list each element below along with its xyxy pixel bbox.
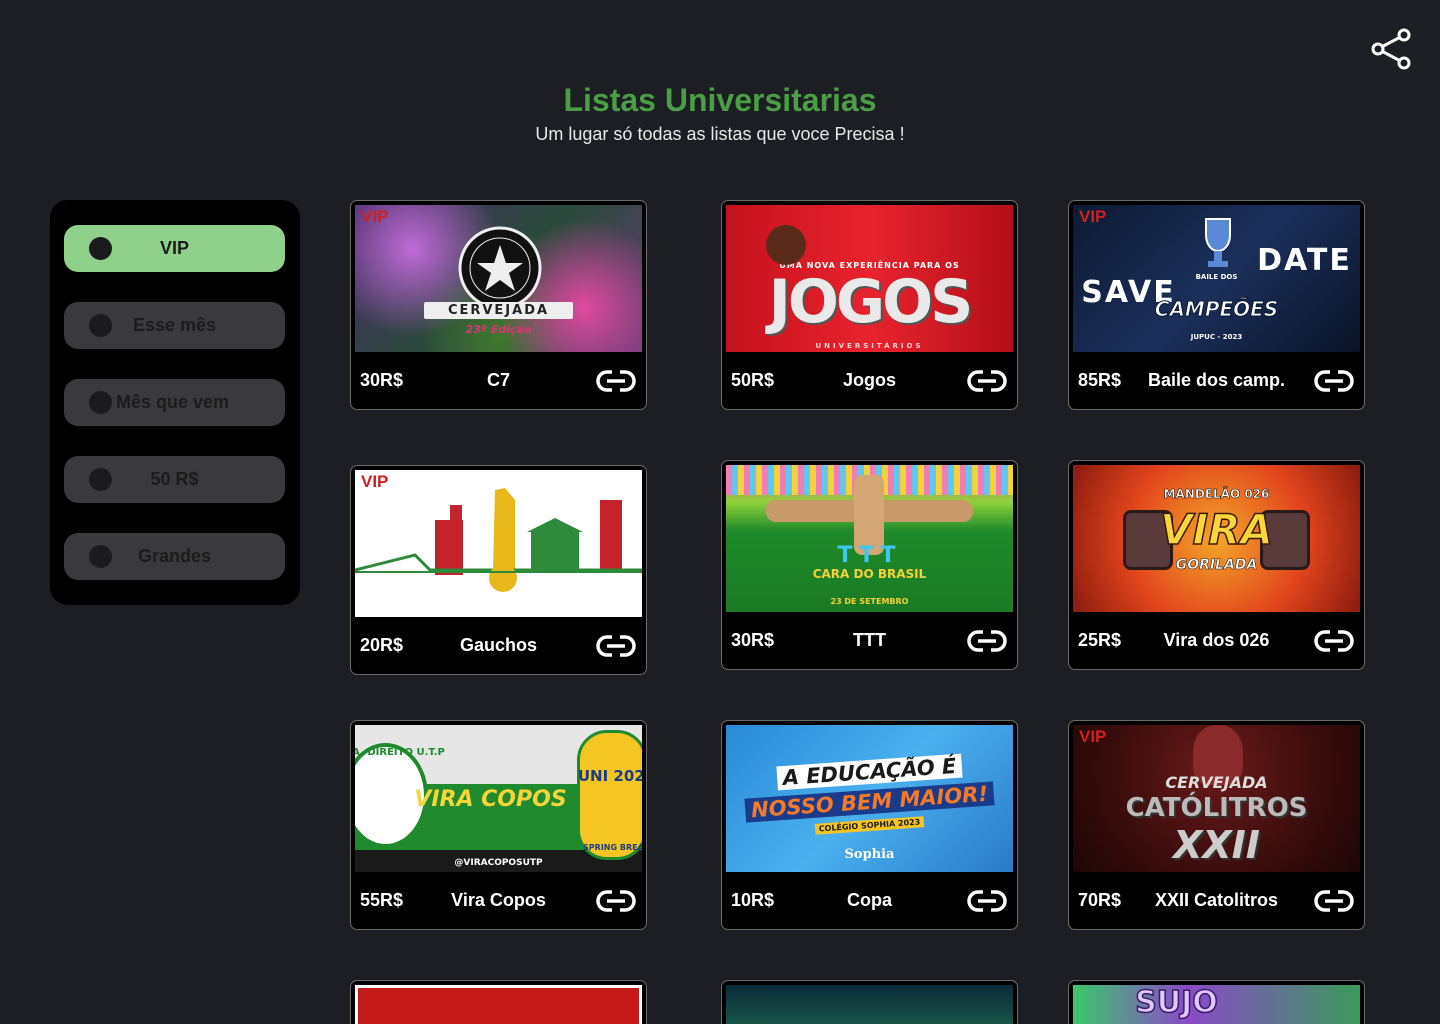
banner-roman: XXII: [1173, 823, 1260, 867]
share-icon[interactable]: [1370, 28, 1412, 70]
filter-sidebar: VIP Esse mês Mês que vem 50 R$ Grandes: [50, 200, 300, 605]
event-card-vira-026[interactable]: MANDELÃO 026 VIRA GORILADA 25R$ Vira dos…: [1068, 460, 1365, 670]
event-card-jogos[interactable]: UMA NOVA EXPERIÊNCIA PARA OS JOGOS UNIVE…: [721, 200, 1018, 410]
card-price: 25R$: [1078, 630, 1122, 650]
link-icon[interactable]: [966, 888, 1008, 914]
link-icon[interactable]: [1313, 368, 1355, 394]
event-card-partial[interactable]: [721, 980, 1018, 1024]
card-price: 70R$: [1078, 890, 1122, 910]
event-card-partial[interactable]: SUJO: [1068, 980, 1365, 1024]
banner-caption: UNIVERSITÁRIOS: [815, 342, 924, 350]
banner-subtitle: JUPUC - 2023: [1190, 333, 1243, 341]
filter-vip[interactable]: VIP: [64, 225, 285, 272]
event-banner: UMA NOVA EXPERIÊNCIA PARA OS JOGOS UNIVE…: [726, 205, 1013, 352]
vip-badge: VIP: [361, 472, 389, 491]
vip-badge: VIP: [361, 207, 389, 226]
filter-mes-que-vem[interactable]: Mês que vem: [64, 379, 285, 426]
link-icon[interactable]: [1313, 628, 1355, 654]
card-price: 50R$: [731, 370, 775, 390]
banner-title: CAMPEÕES: [1154, 297, 1279, 322]
banner-title: CATÓLITROS: [1125, 793, 1308, 823]
banner-subtitle: CARA DO BRASIL: [812, 567, 927, 581]
event-banner: SAVE DATE BAILE DOS CAMPEÕES JUPUC - 202…: [1073, 205, 1360, 352]
event-banner: CERVEJADA CATÓLITROS XXII: [1073, 725, 1360, 872]
event-banner: CERVEJADA 23ª Edição: [355, 205, 642, 352]
banner-caption: 23 DE SETEMBRO: [830, 597, 909, 606]
vip-badge: VIP: [1079, 207, 1107, 226]
trophy-icon: [1205, 218, 1231, 267]
event-banner: A. DIREITO U.T.P VIRA COPOS @VIRACOPOSUT…: [355, 725, 642, 872]
link-icon[interactable]: [966, 368, 1008, 394]
banner-title: SUJO: [1134, 985, 1218, 1021]
banner-title: VIRA: [1159, 504, 1273, 555]
event-banner: MANDELÃO 026 VIRA GORILADA: [1073, 465, 1360, 612]
event-card-vira-copos[interactable]: A. DIREITO U.T.P VIRA COPOS @VIRACOPOSUT…: [350, 720, 647, 930]
event-banner: [726, 985, 1013, 1024]
link-icon[interactable]: [595, 368, 637, 394]
link-icon[interactable]: [595, 633, 637, 659]
event-banner: A EDUCAÇÃO É NOSSO BEM MAIOR! COLÉGIO SO…: [726, 725, 1013, 872]
banner-title: VIRA COPOS: [414, 787, 567, 812]
link-icon[interactable]: [1313, 888, 1355, 914]
banner-subtitle: MANDELÃO 026: [1163, 487, 1270, 502]
card-price: 55R$: [360, 890, 404, 910]
card-price: 85R$: [1078, 370, 1122, 390]
event-card-catolitros[interactable]: CERVEJADA CATÓLITROS XXII VIP 70R$ XXII …: [1068, 720, 1365, 930]
vip-badge: VIP: [1079, 727, 1107, 746]
banner-caption: BAILE DOS: [1195, 273, 1238, 281]
banner-subtitle: 23ª Edição: [465, 323, 532, 336]
filter-label: Grandes: [137, 546, 212, 566]
filter-label: Esse mês: [132, 315, 217, 335]
filter-label: Mês que vem: [116, 392, 230, 412]
banner-uni: UNI 2023: [577, 767, 642, 785]
page-title: Listas Universitarias: [563, 82, 877, 118]
card-price: 30R$: [731, 630, 775, 650]
banner-title: JOGOS: [768, 267, 974, 337]
filter-label: VIP: [159, 238, 189, 258]
event-card-gauchos[interactable]: VIP 20R$ Gauchos: [350, 465, 647, 675]
banner-spring: SPRING BREAK: [583, 843, 642, 852]
skyline-illustration: [355, 488, 642, 592]
banner-subtitle: CERVEJADA: [1165, 773, 1268, 792]
event-banner: TTT CARA DO BRASIL 23 DE SETEMBRO: [726, 465, 1013, 612]
filter-grandes[interactable]: Grandes: [64, 533, 285, 580]
filter-label: 50 R$: [150, 469, 199, 489]
link-icon[interactable]: [966, 628, 1008, 654]
card-price: 20R$: [360, 635, 404, 655]
event-card-c7[interactable]: CERVEJADA 23ª Edição VIP 30R$ C7: [350, 200, 647, 410]
event-banner: [355, 985, 642, 1024]
banner-title: CERVEJADA: [423, 302, 574, 319]
event-card-partial[interactable]: [350, 980, 647, 1024]
page-subtitle: Um lugar só todas as listas que voce Pre…: [535, 124, 905, 144]
event-card-baile[interactable]: SAVE DATE BAILE DOS CAMPEÕES JUPUC - 202…: [1068, 200, 1365, 410]
banner-caption: GORILADA: [1175, 557, 1258, 574]
page-header: Listas Universitarias Um lugar só todas …: [0, 80, 1440, 145]
banner-logo: Sophia: [844, 847, 895, 862]
banner-subtitle: COLÉGIO SOPHIA 2023: [814, 816, 925, 835]
filter-50-reais[interactable]: 50 R$: [64, 456, 285, 503]
filter-esse-mes[interactable]: Esse mês: [64, 302, 285, 349]
link-icon[interactable]: [595, 888, 637, 914]
card-price: 10R$: [731, 890, 775, 910]
banner-subtitle: @VIRACOPOSUTP: [454, 858, 543, 868]
card-price: 30R$: [360, 370, 404, 390]
event-card-copa[interactable]: A EDUCAÇÃO É NOSSO BEM MAIOR! COLÉGIO SO…: [721, 720, 1018, 930]
event-banner: [355, 470, 642, 617]
event-banner: SUJO: [1073, 985, 1360, 1024]
banner-caption: A. DIREITO U.T.P: [355, 747, 445, 758]
event-card-ttt[interactable]: TTT CARA DO BRASIL 23 DE SETEMBRO 30R$ T…: [721, 460, 1018, 670]
banner-title: TTT: [837, 543, 902, 568]
seal-icon: [458, 226, 542, 310]
